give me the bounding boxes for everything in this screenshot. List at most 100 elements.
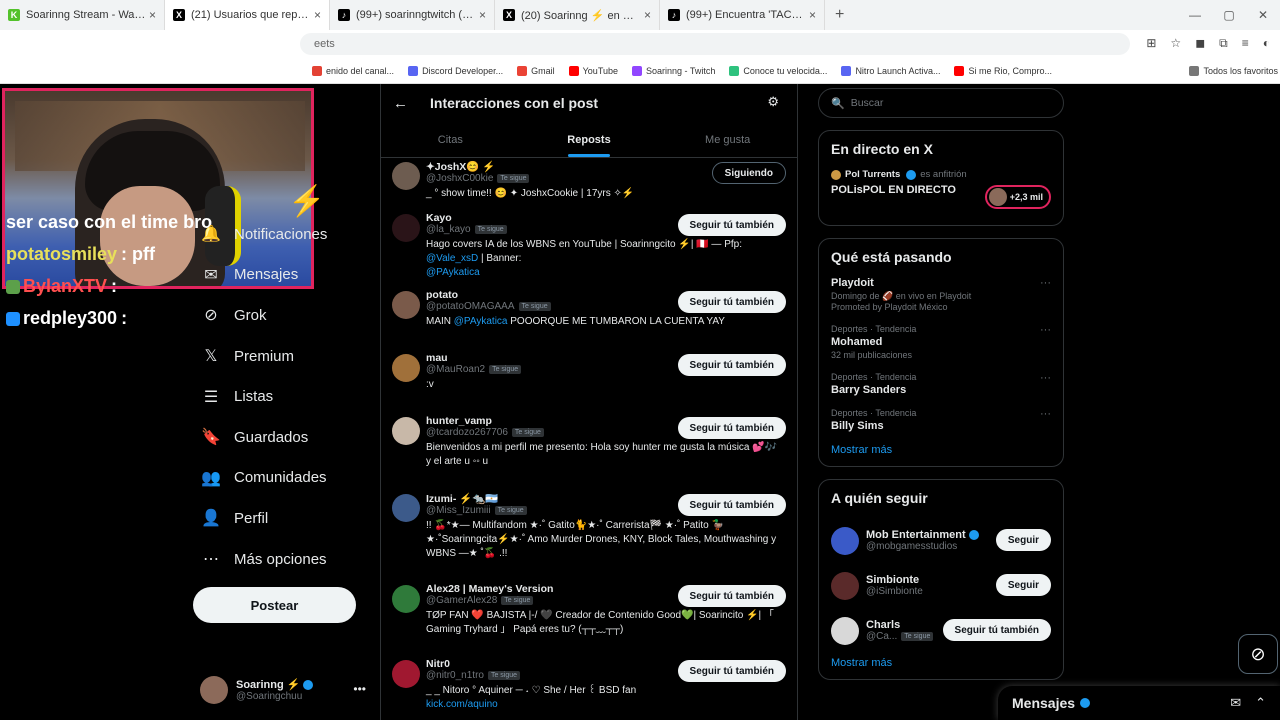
trend-item[interactable]: Playdoit Domingo de 🏈 en vivo en Playdoit… [831, 277, 1051, 312]
live-host[interactable]: Pol Turrents es anfitrión [831, 169, 1051, 180]
bio-link[interactable]: kick.com/aquino [426, 698, 779, 712]
install-icon[interactable]: ⊞ [1146, 36, 1156, 51]
avatar[interactable] [831, 526, 859, 555]
close-icon[interactable]: × [314, 8, 321, 22]
avatar[interactable] [392, 660, 420, 688]
nav-item-comunidades[interactable]: 👥 Comunidades [200, 458, 370, 499]
bio-mention-link[interactable]: @Vale_xsD [426, 253, 478, 264]
list-item[interactable]: mau @MauRoan2 Te sigue:v Seguir tú también [381, 344, 797, 407]
browser-tab[interactable]: X (21) Usuarios que reposearon× [165, 0, 330, 30]
follow-button[interactable]: Seguir [995, 529, 1051, 551]
follow-back-button[interactable]: Seguir tú también [677, 417, 786, 439]
post-button[interactable]: Postear [193, 587, 356, 623]
close-window-icon[interactable]: ✕ [1246, 0, 1280, 30]
minimize-icon[interactable]: — [1178, 0, 1212, 30]
account-switcher[interactable]: Soarinng ⚡ @Soaringchuu ••• [200, 672, 370, 708]
bookmark-item[interactable]: YouTube [568, 65, 618, 76]
follow-button[interactable]: Seguir tú también [942, 619, 1051, 641]
back-arrow-icon[interactable]: ← [393, 95, 408, 112]
messages-drawer[interactable]: Mensajes ✉ ⌃ [998, 686, 1280, 720]
more-icon[interactable]: ··· [1040, 324, 1051, 336]
extension-icon[interactable]: ◼ [1195, 36, 1205, 51]
reading-list-icon[interactable]: ≡ [1242, 36, 1249, 51]
trend-item[interactable]: Deportes · Tendencia Barry Sanders ··· [831, 372, 1051, 396]
more-icon[interactable]: ••• [353, 682, 366, 696]
avatar[interactable] [392, 494, 420, 522]
trend-item[interactable]: Deportes · Tendencia Billy Sims ··· [831, 408, 1051, 432]
live-heading: En directo en X [831, 141, 933, 157]
avatar[interactable] [392, 417, 420, 445]
browser-tab[interactable]: ♪ (99+) Encuentra 'TACOS ESTILO× [660, 0, 825, 30]
more-icon[interactable]: ··· [1040, 277, 1051, 289]
maximize-icon[interactable]: ▢ [1212, 0, 1246, 30]
avatar[interactable] [392, 291, 420, 319]
follow-back-button[interactable]: Seguir tú también [677, 214, 786, 236]
bookmark-item[interactable]: enido del canal... [312, 65, 394, 76]
new-message-icon[interactable]: ✉ [1230, 695, 1241, 711]
list-item[interactable]: Nitr0 @nitr0_n1tro Te sigue _ _ Nitoro ° Aq… [381, 650, 797, 720]
bookmark-item[interactable]: Si me Rio, Compro... [954, 65, 1052, 76]
avatar[interactable] [831, 571, 859, 600]
bookmark-item[interactable]: Conoce tu velocida... [729, 65, 827, 76]
nav-item-listas[interactable]: ☰ Listas [200, 376, 370, 417]
nav-item-mensajes[interactable]: ✉ Mensajes [200, 255, 370, 296]
close-icon[interactable]: × [479, 8, 486, 22]
list-item[interactable]: Kayo @la_kayo Te sigue Hago covers IA de lo… [381, 204, 797, 281]
browser-tab[interactable]: ♪ (99+) soarinngtwitch (@soarinn× [330, 0, 495, 30]
user-handle: @MauRoan2 [426, 364, 486, 375]
bookmark-item[interactable]: Nitro Launch Activa... [841, 65, 940, 76]
avatar[interactable] [392, 354, 420, 382]
browser-tab[interactable]: X (20) Soarinng ⚡ en X: "EN STR× [495, 0, 660, 30]
more-icon[interactable]: ··· [1040, 408, 1051, 420]
bio-link[interactable]: @PAykatica [426, 266, 779, 280]
search-input[interactable]: 🔍 Buscar [818, 88, 1064, 118]
follow-button[interactable]: Seguir [995, 574, 1051, 596]
profile-icon[interactable]: ◐ [1263, 36, 1270, 51]
nav-item-grok[interactable]: ⊘ Grok [200, 295, 370, 336]
follow-back-button[interactable]: Seguir tú también [677, 585, 786, 607]
nav-item-notificaciones[interactable]: 🔔 Notificaciones [200, 214, 370, 255]
nav-item-m-s-opciones[interactable]: ⋯ Más opciones [200, 539, 370, 580]
follow-back-button[interactable]: Seguir tú también [677, 354, 786, 376]
listener-count[interactable]: +2,3 mil [984, 185, 1051, 209]
follow-back-button[interactable]: Seguir tú también [677, 660, 786, 682]
nav-item-guardados[interactable]: 🔖 Guardados [200, 417, 370, 458]
close-icon[interactable]: × [809, 8, 816, 22]
filter-icon[interactable]: ⚙ [767, 94, 779, 110]
nav-item-premium[interactable]: 𝕏 Premium [200, 336, 370, 377]
more-icon[interactable]: ··· [1040, 372, 1051, 384]
list-item[interactable]: potato @potatoOMAGAAA Te sigue MAIN @PAykat… [381, 281, 797, 344]
close-icon[interactable]: × [644, 8, 651, 22]
avatar[interactable] [392, 214, 420, 242]
avatar[interactable] [392, 162, 420, 190]
bio-mention-link[interactable]: @PAykatica [454, 316, 508, 327]
avatar[interactable] [831, 616, 859, 645]
suggested-account[interactable]: Charls @Ca... Te sigue Seguir tú también [831, 608, 1051, 653]
show-more-link[interactable]: Mostrar más [831, 657, 1051, 669]
suggested-account[interactable]: Mob Entertainment @mobgamesstudios Seguir [831, 518, 1051, 563]
bookmark-item[interactable]: Gmail [517, 65, 555, 76]
nav-item-perfil[interactable]: 👤 Perfil [200, 498, 370, 539]
follow-back-button[interactable]: Seguir tú también [677, 291, 786, 313]
star-icon[interactable]: ☆ [1170, 36, 1181, 51]
follow-back-button[interactable]: Seguir tú también [677, 494, 786, 516]
bookmark-item[interactable]: Todos los favoritos [1189, 65, 1278, 76]
new-tab-icon[interactable]: + [835, 6, 844, 24]
list-item[interactable]: Izumi- ⚡🐀🇦🇷 @Miss_Izumiii Te sigue!! 🍒*★— … [381, 484, 797, 575]
omnibox[interactable]: eets [300, 33, 1130, 55]
browser-tab[interactable]: K Soarinng Stream - Watch Live o× [0, 0, 165, 30]
following-button[interactable]: Siguiendo [711, 162, 786, 184]
suggested-account[interactable]: Simbionte @iSimbionte Seguir [831, 563, 1051, 608]
trend-item[interactable]: Deportes · Tendencia Mohamed 32 mil public… [831, 324, 1051, 360]
bookmark-item[interactable]: Discord Developer... [408, 65, 503, 76]
list-item[interactable]: hunter_vamp @tcardozo267706 Te sigue Bienve… [381, 407, 797, 484]
close-icon[interactable]: × [149, 8, 156, 22]
avatar[interactable] [392, 585, 420, 613]
grok-icon[interactable]: ⊘ [1238, 634, 1278, 674]
show-more-link[interactable]: Mostrar más [831, 444, 1051, 456]
puzzle-icon[interactable]: ⧉ [1219, 36, 1228, 51]
bookmark-item[interactable]: Soarinng - Twitch [632, 65, 715, 76]
list-item[interactable]: ✦JoshX😊 ⚡ @JoshxC00kie Te sigue _ ° show ti… [381, 152, 797, 204]
list-item[interactable]: Alex28 | Mamey's Version @GamerAlex28 Te s… [381, 575, 797, 650]
collapse-icon[interactable]: ⌃ [1255, 695, 1266, 711]
